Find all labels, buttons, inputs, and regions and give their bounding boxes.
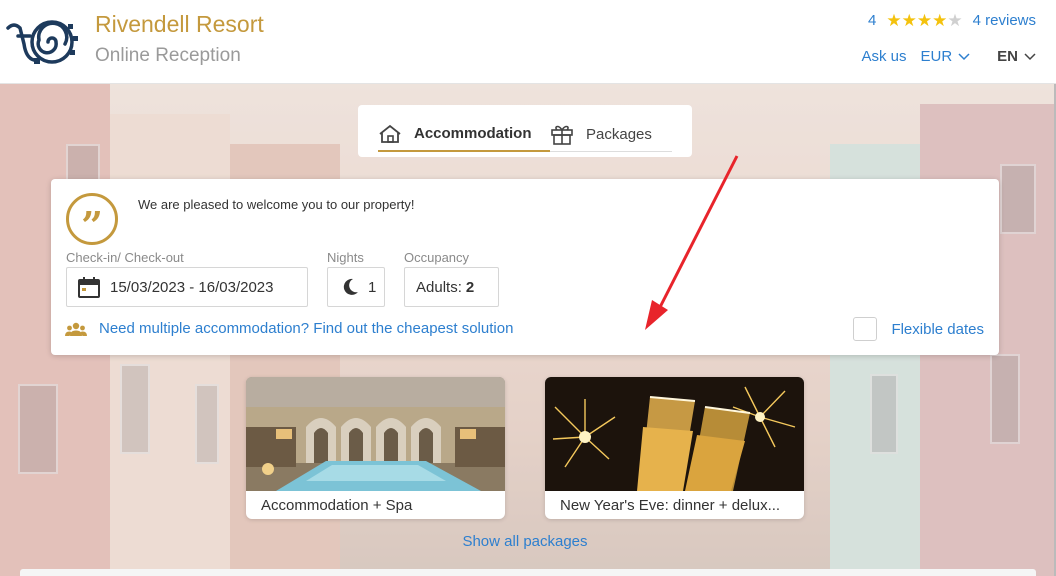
nights-label: Nights bbox=[327, 250, 364, 265]
top-header: Rivendell Resort Online Reception 4 ★ ★ … bbox=[0, 0, 1056, 84]
group-people-icon bbox=[65, 322, 87, 336]
package-image-spa-pool bbox=[246, 377, 505, 491]
welcome-message: We are pleased to welcome you to our pro… bbox=[138, 197, 415, 212]
currency-selector[interactable]: EUR bbox=[920, 48, 970, 65]
multiple-accommodation-label: Need multiple accommodation? Find out th… bbox=[99, 320, 514, 337]
ask-us-link[interactable]: Ask us bbox=[861, 48, 906, 65]
package-card-spa[interactable]: Accommodation + Spa bbox=[246, 377, 505, 519]
package-title: New Year's Eve: dinner + delux... bbox=[560, 497, 781, 514]
star-icon: ★ bbox=[932, 11, 948, 30]
package-image-champagne bbox=[545, 377, 804, 491]
checkin-checkout-label: Check-in/ Check-out bbox=[66, 250, 184, 265]
star-icon: ★ bbox=[886, 11, 902, 30]
rating-stars: ★ ★ ★ ★ ★ bbox=[886, 12, 962, 29]
occupancy-field[interactable]: Adults: 2 bbox=[404, 267, 499, 307]
brand-subtitle: Online Reception bbox=[95, 45, 241, 66]
quote-icon: ” bbox=[66, 193, 118, 245]
date-range-value: 15/03/2023 - 16/03/2023 bbox=[110, 278, 274, 296]
flexible-dates-label: Flexible dates bbox=[891, 320, 984, 338]
language-label: EN bbox=[997, 48, 1018, 65]
header-nav: Ask us EUR EN bbox=[861, 48, 1036, 65]
currency-label: EUR bbox=[920, 48, 953, 65]
rating-value: 4 bbox=[868, 12, 877, 29]
language-selector[interactable]: EN bbox=[997, 48, 1036, 65]
date-range-field[interactable]: 15/03/2023 - 16/03/2023 bbox=[66, 267, 308, 307]
multiple-accommodation-link[interactable]: Need multiple accommodation? Find out th… bbox=[65, 320, 513, 337]
show-all-packages-link[interactable]: Show all packages bbox=[0, 533, 1050, 550]
star-icon: ★ bbox=[901, 11, 917, 30]
resort-logo-icon bbox=[6, 20, 78, 64]
flexible-dates-checkbox[interactable] bbox=[853, 317, 878, 341]
moon-icon bbox=[343, 278, 358, 295]
rating-summary: 4 ★ ★ ★ ★ ★ 4 reviews bbox=[868, 12, 1036, 29]
tab-packages[interactable]: Packages bbox=[550, 117, 672, 152]
calendar-icon bbox=[78, 277, 100, 298]
adults-label: Adults: bbox=[416, 278, 462, 296]
package-card-new-years[interactable]: New Year's Eve: dinner + delux... bbox=[545, 377, 804, 519]
adults-count: 2 bbox=[465, 278, 475, 296]
chevron-down-icon bbox=[958, 52, 970, 60]
tab-accommodation[interactable]: Accommodation bbox=[378, 117, 550, 152]
house-icon bbox=[379, 124, 401, 143]
star-icon: ★ bbox=[916, 11, 933, 30]
star-empty-icon: ★ bbox=[947, 11, 963, 30]
reviews-link[interactable]: 4 reviews bbox=[973, 12, 1036, 29]
bottom-panel-edge bbox=[20, 569, 1036, 576]
nights-field[interactable]: 1 bbox=[327, 267, 385, 307]
chevron-down-icon bbox=[1024, 52, 1036, 60]
tab-accommodation-label: Accommodation bbox=[414, 125, 532, 142]
tab-packages-label: Packages bbox=[586, 125, 652, 143]
booking-type-tabs: Accommodation Packages bbox=[358, 105, 692, 157]
gift-icon bbox=[551, 125, 573, 145]
package-title: Accommodation + Spa bbox=[261, 497, 413, 514]
search-card: ” We are pleased to welcome you to our p… bbox=[51, 179, 999, 355]
flexible-dates-option[interactable]: Flexible dates bbox=[853, 317, 984, 341]
brand-name: Rivendell Resort bbox=[95, 11, 264, 37]
occupancy-label: Occupancy bbox=[404, 250, 470, 265]
nights-value: 1 bbox=[368, 278, 377, 296]
